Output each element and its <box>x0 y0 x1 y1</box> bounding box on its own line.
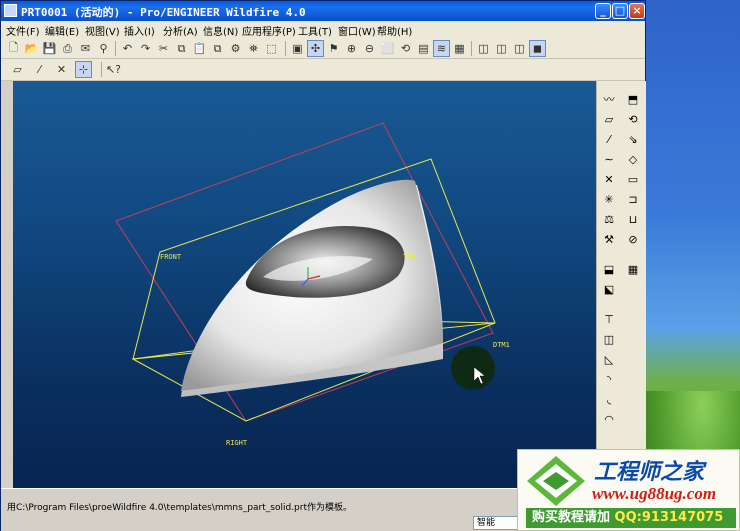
datum-point-tool-icon[interactable]: ✕ <box>601 171 617 187</box>
shell-tool-icon[interactable]: ⬕ <box>601 281 617 297</box>
close-button[interactable]: × <box>629 3 645 19</box>
reorient-icon[interactable]: ⟲ <box>397 40 414 57</box>
cut-icon[interactable]: ✂ <box>155 40 172 57</box>
undo-icon[interactable]: ↶ <box>119 40 136 57</box>
hole-tool-icon[interactable]: ⬓ <box>601 261 617 277</box>
style-tool-icon[interactable]: ◠ <box>601 411 617 427</box>
hidden-line-icon[interactable]: ◫ <box>493 40 510 57</box>
maximize-button[interactable]: □ <box>612 3 628 19</box>
menu-help[interactable]: 帮助(H) <box>377 23 412 38</box>
chamfer-tool-icon[interactable]: ◺ <box>601 351 617 367</box>
mirror-icon[interactable]: ⊐ <box>625 191 641 207</box>
zoom-in-icon[interactable]: ⊕ <box>343 40 360 57</box>
copy-icon[interactable]: ⧉ <box>173 40 190 57</box>
blend-icon[interactable]: ◇ <box>625 151 641 167</box>
datum-label-right[interactable]: RIGHT <box>226 439 248 447</box>
no-hidden-icon[interactable]: ◫ <box>511 40 528 57</box>
minimize-button[interactable]: _ <box>595 3 611 19</box>
watermark-name: 工程师之家 <box>594 459 705 485</box>
wireframe-icon[interactable]: ◫ <box>475 40 492 57</box>
extrude-icon[interactable]: ⬒ <box>625 91 641 107</box>
variable-round-icon[interactable]: ◟ <box>601 391 617 407</box>
new-file-icon[interactable]: 🗋 <box>5 40 22 57</box>
cursor-highlight <box>451 346 495 390</box>
coordinate-system-tool-icon[interactable]: ✳ <box>601 191 617 207</box>
datum-display-toolbar: ▱ ⁄ ✕ ⊹ ↖? <box>1 59 645 81</box>
iron-model <box>181 179 443 397</box>
refit-icon[interactable]: ▣ <box>289 40 306 57</box>
datum-planes-icon[interactable]: ▱ <box>9 61 26 78</box>
spin-center-icon[interactable]: ✣ <box>307 40 324 57</box>
menu-window[interactable]: 窗口(W) <box>338 23 376 38</box>
main-toolbar: 🗋 📂 💾 ⎙ ✉ ⚲ ↶ ↷ ✂ ⧉ 📋 ⧉ ⚙ ⛯ ⬚ ▣ ✣ ⚑ ⊕ ⊖ … <box>1 38 645 59</box>
status-message: 用C:\Program Files\proeWildfire 4.0\templ… <box>7 503 352 513</box>
menu-insert[interactable]: 插入(I) <box>124 23 155 38</box>
watermark-qq: QQ:913147075 <box>614 510 724 525</box>
app-icon <box>4 4 17 17</box>
menu-tools[interactable]: 工具(T) <box>298 23 332 38</box>
regenerate-icon[interactable]: ⚙ <box>227 40 244 57</box>
round-tool-icon[interactable]: ⚒ <box>601 231 617 247</box>
datum-axis-tool-icon[interactable]: ⁄ <box>601 131 617 147</box>
menu-analysis[interactable]: 分析(A) <box>163 23 198 38</box>
menu-applications[interactable]: 应用程序(P) <box>242 23 296 38</box>
watermark-logo <box>527 456 585 506</box>
datum-axes-icon[interactable]: ⁄ <box>31 61 48 78</box>
whats-this-icon[interactable]: ↖? <box>105 61 122 78</box>
draft-tool-icon[interactable]: ◫ <box>601 331 617 347</box>
menu-edit[interactable]: 编辑(E) <box>45 23 79 38</box>
datum-label-top[interactable]: TOP <box>403 253 416 261</box>
navigator-collapsed-strip[interactable] <box>1 81 13 488</box>
menu-view[interactable]: 视图(V) <box>85 23 120 38</box>
refit-view-icon[interactable]: ⬜ <box>379 40 396 57</box>
window-title: PRT0001 (活动的) - Pro/ENGINEER Wildfire 4.… <box>21 6 306 19</box>
saved-views-icon[interactable]: ▤ <box>415 40 432 57</box>
feature-toolbar: 〰 ⬒ ▱ ⟲ ⁄ ⇘ ∼ ◇ ✕ ▭ ✳ ⊐ ⚖ ⊔ ⚒ ⊘ ⬓ ▦ ⬕ ⊤ … <box>596 81 646 488</box>
print-icon[interactable]: ⎙ <box>59 40 76 57</box>
select-box-icon[interactable]: ⬚ <box>263 40 280 57</box>
datum-plane-tool-icon[interactable]: ▱ <box>601 111 617 127</box>
menu-info[interactable]: 信息(N) <box>203 23 238 38</box>
email-link-icon[interactable]: ⚲ <box>95 40 112 57</box>
save-icon[interactable]: 💾 <box>41 40 58 57</box>
coordinate-systems-icon[interactable]: ⊹ <box>75 61 92 78</box>
graphics-viewport[interactable]: FRONT TOP DTM1 RIGHT <box>13 81 596 488</box>
analysis-feature-icon[interactable]: ⚖ <box>601 211 617 227</box>
sketch-tool-icon[interactable]: 〰 <box>601 91 617 107</box>
shading-icon[interactable]: ◼ <box>529 40 546 57</box>
pattern-icon[interactable]: ▦ <box>625 261 641 277</box>
rib-tool-icon[interactable]: ⊤ <box>601 311 617 327</box>
redo-icon[interactable]: ↷ <box>137 40 154 57</box>
find-icon[interactable]: ⛯ <box>245 40 262 57</box>
watermark-promo: 购买教程请加 <box>532 510 611 525</box>
watermark-url: www.ug88ug.com <box>592 484 717 503</box>
paste-icon[interactable]: 📋 <box>191 40 208 57</box>
watermark-banner: 工程师之家 www.ug88ug.com 购买教程请加 QQ:913147075 <box>517 449 740 531</box>
revolve-icon[interactable]: ⟲ <box>625 111 641 127</box>
email-icon[interactable]: ✉ <box>77 40 94 57</box>
view-manager-icon[interactable]: ⚑ <box>325 40 342 57</box>
datum-label-front[interactable]: FRONT <box>160 253 182 261</box>
boundary-blend-icon[interactable]: ▭ <box>625 171 641 187</box>
menu-bar: 文件(F) 编辑(E) 视图(V) 插入(I) 分析(A) 信息(N) 应用程序… <box>1 21 645 38</box>
zoom-out-icon[interactable]: ⊖ <box>361 40 378 57</box>
datum-points-icon[interactable]: ✕ <box>53 61 70 78</box>
menu-file[interactable]: 文件(F) <box>6 23 40 38</box>
appearance-icon[interactable]: ▦ <box>451 40 468 57</box>
paste-special-icon[interactable]: ⧉ <box>209 40 226 57</box>
model-view: FRONT TOP DTM1 RIGHT <box>115 122 510 447</box>
datum-curve-tool-icon[interactable]: ∼ <box>601 151 617 167</box>
merge-icon[interactable]: ⊔ <box>625 211 641 227</box>
layers-icon[interactable]: ≋ <box>433 40 450 57</box>
watermark-contact: 购买教程请加 QQ:913147075 <box>526 508 736 528</box>
title-bar[interactable]: PRT0001 (活动的) - Pro/ENGINEER Wildfire 4.… <box>1 1 645 21</box>
open-folder-icon[interactable]: 📂 <box>23 40 40 57</box>
trim-icon[interactable]: ⊘ <box>625 231 641 247</box>
round-edge-icon[interactable]: ◝ <box>601 371 617 387</box>
datum-label-dtm1[interactable]: DTM1 <box>493 341 510 349</box>
sweep-icon[interactable]: ⇘ <box>625 131 641 147</box>
